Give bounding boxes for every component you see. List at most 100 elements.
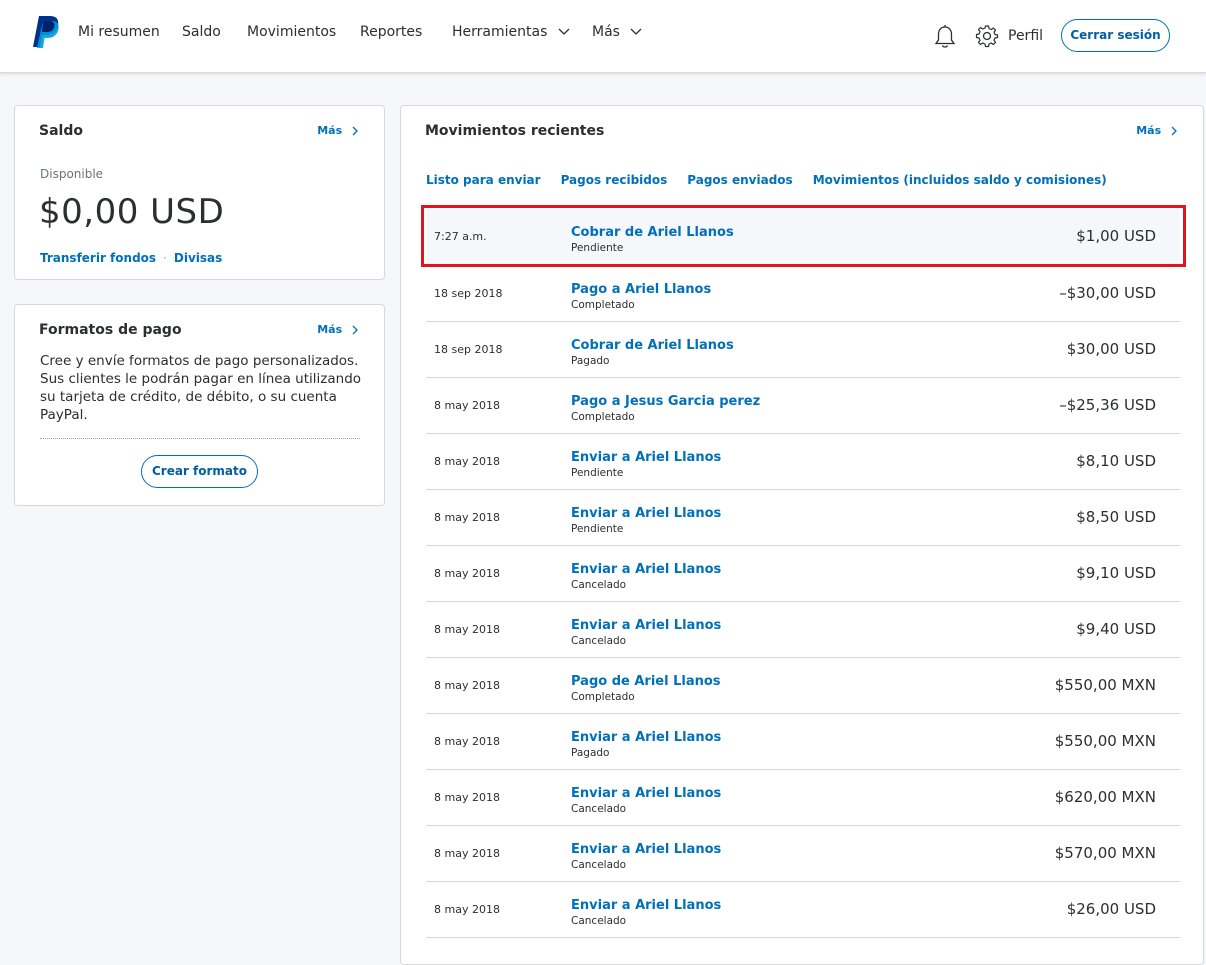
invoices-description: Cree y envíe formatos de pago personaliz…: [40, 353, 362, 423]
transaction-status: Pendiente: [571, 523, 624, 535]
nav-herramientas[interactable]: Herramientas: [452, 24, 570, 40]
transaction-status: Completado: [571, 691, 635, 703]
activity-more-link[interactable]: Más: [1136, 124, 1177, 137]
transaction-amount: $620,00 MXN: [1054, 788, 1156, 806]
nav-saldo[interactable]: Saldo: [182, 24, 221, 40]
transaction-status: Pagado: [571, 747, 610, 759]
transaction-row[interactable]: 8 may 2018 Pago a Jesus Garcia perez Compl…: [426, 378, 1180, 434]
tab-movimientos-completos[interactable]: Movimientos (incluidos saldo y comisione…: [813, 173, 1107, 187]
more-label: Más: [317, 323, 343, 336]
transaction-row[interactable]: 8 may 2018 Enviar a Ariel Llanos Cancelado…: [426, 770, 1180, 826]
paypal-logo[interactable]: [31, 15, 61, 49]
top-navbar: Mi resumen Saldo Movimientos Reportes He…: [0, 0, 1206, 73]
transaction-amount: $550,00 MXN: [1054, 732, 1156, 750]
chevron-down-icon: [630, 28, 642, 35]
transaction-date: 8 may 2018: [434, 455, 500, 468]
invoices-more-link[interactable]: Más: [317, 323, 358, 336]
transaction-date: 8 may 2018: [434, 399, 500, 412]
transaction-status: Pagado: [571, 355, 610, 367]
nav-movimientos[interactable]: Movimientos: [247, 24, 336, 40]
transaction-name[interactable]: Enviar a Ariel Llanos: [571, 898, 721, 913]
transaction-amount: $26,00 USD: [1066, 900, 1156, 918]
recent-activity-card: Movimientos recientes Más Listo para env…: [400, 105, 1204, 965]
transaction-name[interactable]: Enviar a Ariel Llanos: [571, 730, 721, 745]
transaction-date: 8 may 2018: [434, 511, 500, 524]
transaction-name[interactable]: Enviar a Ariel Llanos: [571, 618, 721, 633]
transaction-name[interactable]: Cobrar de Ariel Llanos: [571, 225, 734, 240]
currencies-link[interactable]: Divisas: [174, 251, 222, 265]
more-label: Más: [317, 124, 343, 137]
transaction-status: Pendiente: [571, 467, 624, 479]
activity-tabs: Listo para enviar Pagos recibidos Pagos en…: [426, 169, 1127, 188]
logout-button[interactable]: Cerrar sesión: [1061, 19, 1170, 52]
profile-link[interactable]: Perfil: [1008, 28, 1043, 44]
nav-label: Movimientos: [247, 24, 337, 40]
nav-mi-resumen[interactable]: Mi resumen: [78, 24, 160, 40]
transaction-name[interactable]: Enviar a Ariel Llanos: [571, 450, 721, 465]
invoices-card: Formatos de pago Más Cree y envíe format…: [14, 304, 385, 506]
transaction-status: Cancelado: [571, 915, 627, 927]
transaction-amount: –$30,00 USD: [1059, 284, 1156, 302]
chevron-right-icon: [1171, 126, 1177, 136]
balance-amount: $0,00 USD: [39, 192, 225, 232]
transaction-row[interactable]: 8 may 2018 Pago de Ariel Llanos Completado…: [426, 658, 1180, 714]
transaction-amount: $570,00 MXN: [1054, 844, 1156, 862]
transaction-date: 18 sep 2018: [434, 343, 503, 356]
transaction-amount: $9,10 USD: [1076, 564, 1156, 582]
transaction-row[interactable]: 8 may 2018 Enviar a Ariel Llanos Pendiente…: [426, 490, 1180, 546]
transaction-row[interactable]: 8 may 2018 Enviar a Ariel Llanos Cancelado…: [426, 546, 1180, 602]
link-separator: ·: [163, 251, 167, 265]
transaction-name[interactable]: Cobrar de Ariel Llanos: [571, 338, 734, 353]
nav-label: Mi resumen: [78, 24, 160, 40]
bell-icon[interactable]: [933, 24, 957, 50]
transaction-row[interactable]: 7:27 a.m. Cobrar de Ariel Llanos Pendiente…: [426, 209, 1180, 266]
transaction-status: Cancelado: [571, 803, 627, 815]
transaction-date: 18 sep 2018: [434, 287, 503, 300]
tab-pagos-enviados[interactable]: Pagos enviados: [687, 173, 792, 187]
transaction-name[interactable]: Pago de Ariel Llanos: [571, 674, 721, 689]
transaction-row[interactable]: 8 may 2018 Enviar a Ariel Llanos Pagado $55…: [426, 714, 1180, 770]
transaction-status: Completado: [571, 299, 635, 311]
transaction-status: Cancelado: [571, 635, 627, 647]
transaction-date: 8 may 2018: [434, 567, 500, 580]
transaction-date: 8 may 2018: [434, 791, 500, 804]
balance-card-title: Saldo: [39, 123, 83, 139]
nav-reportes[interactable]: Reportes: [360, 24, 422, 40]
transaction-date: 8 may 2018: [434, 847, 500, 860]
transaction-amount: $8,10 USD: [1076, 452, 1156, 470]
transaction-name[interactable]: Pago a Ariel Llanos: [571, 282, 711, 297]
transaction-row[interactable]: 8 may 2018 Enviar a Ariel Llanos Pendiente…: [426, 434, 1180, 490]
transaction-amount: $1,00 USD: [1076, 227, 1156, 245]
nav-label: Herramientas: [452, 24, 548, 40]
transaction-row[interactable]: 18 sep 2018 Pago a Ariel Llanos Completado…: [426, 266, 1180, 322]
transaction-date: 8 may 2018: [434, 623, 500, 636]
transaction-status: Pendiente: [571, 242, 624, 254]
recent-activity-title: Movimientos recientes: [425, 123, 605, 139]
transaction-name[interactable]: Enviar a Ariel Llanos: [571, 842, 721, 857]
nav-label: Más: [592, 24, 620, 40]
transaction-amount: –$25,36 USD: [1059, 396, 1156, 414]
nav-mas[interactable]: Más: [592, 24, 642, 40]
transaction-name[interactable]: Enviar a Ariel Llanos: [571, 786, 721, 801]
transaction-name[interactable]: Pago a Jesus Garcia perez: [571, 394, 760, 409]
nav-label: Reportes: [360, 24, 423, 40]
transaction-name[interactable]: Enviar a Ariel Llanos: [571, 562, 721, 577]
transfer-funds-link[interactable]: Transferir fondos: [40, 251, 156, 265]
transaction-amount: $30,00 USD: [1066, 340, 1156, 358]
transaction-row[interactable]: 8 may 2018 Enviar a Ariel Llanos Cancelado…: [426, 826, 1180, 882]
transaction-date: 8 may 2018: [434, 679, 500, 692]
transaction-name[interactable]: Enviar a Ariel Llanos: [571, 506, 721, 521]
balance-more-link[interactable]: Más: [317, 124, 358, 137]
transaction-date: 7:27 a.m.: [434, 230, 487, 243]
tab-listo-para-enviar[interactable]: Listo para enviar: [426, 173, 541, 187]
chevron-right-icon: [352, 325, 358, 335]
transaction-row[interactable]: 8 may 2018 Enviar a Ariel Llanos Cancelado…: [426, 882, 1180, 938]
transaction-row[interactable]: 8 may 2018 Enviar a Ariel Llanos Cancelado…: [426, 602, 1180, 658]
create-invoice-button[interactable]: Crear formato: [141, 455, 258, 488]
gear-icon[interactable]: [975, 24, 999, 48]
tab-pagos-recibidos[interactable]: Pagos recibidos: [561, 173, 668, 187]
transaction-row[interactable]: 18 sep 2018 Cobrar de Ariel Llanos Pagado $…: [426, 322, 1180, 378]
chevron-down-icon: [558, 28, 570, 35]
balance-links: Transferir fondos · Divisas: [40, 247, 222, 266]
more-label: Más: [1136, 124, 1162, 137]
